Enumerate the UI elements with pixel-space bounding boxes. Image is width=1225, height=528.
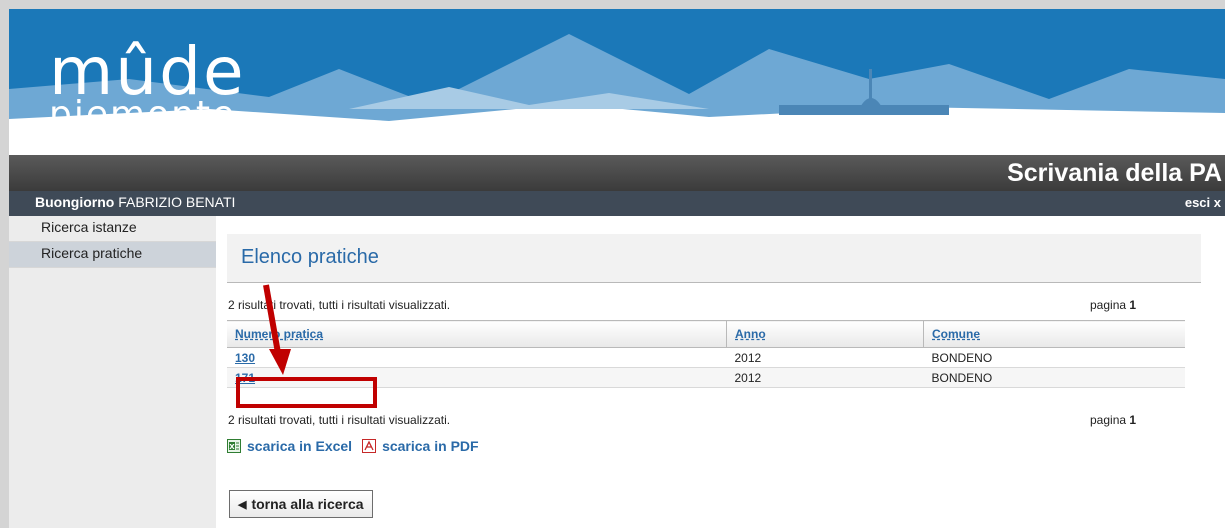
cell-anno: 2012 [726, 347, 924, 368]
pagina-label: pagina [1090, 298, 1127, 312]
header-banner: mûde piemonte [9, 9, 1225, 155]
column-header-numero[interactable]: Numero pratica [227, 320, 727, 348]
results-summary-bottom: 2 risultati trovati, tutti i risultati v… [228, 413, 451, 427]
user-name: FABRIZIO BENATI [118, 194, 236, 210]
pagination-top: pagina 1 [1090, 298, 1136, 312]
column-header-comune-label[interactable]: Comune [932, 327, 980, 341]
excel-icon: X [227, 439, 241, 453]
download-excel-label[interactable]: scarica in Excel [247, 438, 352, 454]
cell-numero: 130 [227, 347, 727, 368]
results-summary-top: 2 risultati trovati, tutti i risultati v… [228, 298, 451, 312]
pagina-number: 1 [1129, 413, 1137, 427]
back-to-search-button[interactable]: ◀ torna alla ricerca [229, 490, 373, 518]
greeting: Buongiorno FABRIZIO BENATI [35, 194, 235, 210]
column-header-comune[interactable]: Comune [923, 320, 1185, 348]
app-title: Scrivania della PA [1007, 159, 1222, 187]
column-header-numero-label[interactable]: Numero pratica [235, 327, 323, 341]
sidebar: Ricerca istanze Ricerca pratiche [9, 216, 216, 528]
triangle-left-icon: ◀ [238, 498, 247, 511]
page-title: Elenco pratiche [241, 246, 379, 268]
back-to-search-label[interactable]: torna alla ricerca [251, 496, 363, 512]
table-row: 130 2012 BONDENO [227, 347, 1185, 368]
pdf-icon [362, 439, 377, 453]
pratica-link[interactable]: 130 [235, 351, 255, 365]
pagination-bottom: pagina 1 [1090, 413, 1136, 427]
logout-link[interactable]: esci x [1185, 195, 1221, 210]
annotation-highlight-box [236, 377, 377, 408]
table-header-row: Numero pratica Anno Comune [227, 320, 1185, 348]
column-header-anno-label[interactable]: Anno [735, 327, 766, 341]
title-bar: Scrivania della PA [9, 155, 1225, 191]
pagina-label: pagina [1090, 413, 1127, 427]
user-bar: Buongiorno FABRIZIO BENATI esci x [9, 191, 1225, 216]
page-header-panel: Elenco pratiche [227, 234, 1201, 283]
svg-text:X: X [229, 443, 235, 451]
download-links: X scarica in Excel scarica in PDF [227, 438, 489, 454]
column-header-anno[interactable]: Anno [726, 320, 924, 348]
sidebar-item-ricerca-pratiche[interactable]: Ricerca pratiche [9, 242, 216, 268]
download-pdf-label[interactable]: scarica in PDF [382, 438, 479, 454]
pagina-number: 1 [1129, 298, 1137, 312]
logo-text-piemonte: piemonte [49, 94, 237, 135]
download-excel-link[interactable]: X scarica in Excel [227, 438, 352, 454]
cell-anno: 2012 [726, 367, 924, 388]
download-pdf-link[interactable]: scarica in PDF [362, 438, 479, 454]
app-frame: mûde piemonte Scrivania della PA Buongio… [9, 9, 1225, 528]
cell-comune: BONDENO [923, 347, 1185, 368]
greeting-prefix: Buongiorno [35, 194, 115, 210]
sidebar-item-ricerca-istanze[interactable]: Ricerca istanze [9, 216, 216, 242]
cell-comune: BONDENO [923, 367, 1185, 388]
